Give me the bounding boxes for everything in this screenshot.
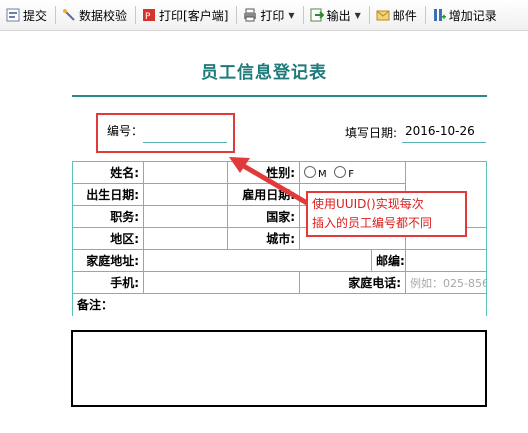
callout-line-1: 使用UUID()实现每次 xyxy=(312,197,424,211)
callout-line-2: 插入的员工编号都不同 xyxy=(312,216,433,230)
annotation-callout: 使用UUID()实现每次 插入的员工编号都不同 xyxy=(306,191,467,237)
